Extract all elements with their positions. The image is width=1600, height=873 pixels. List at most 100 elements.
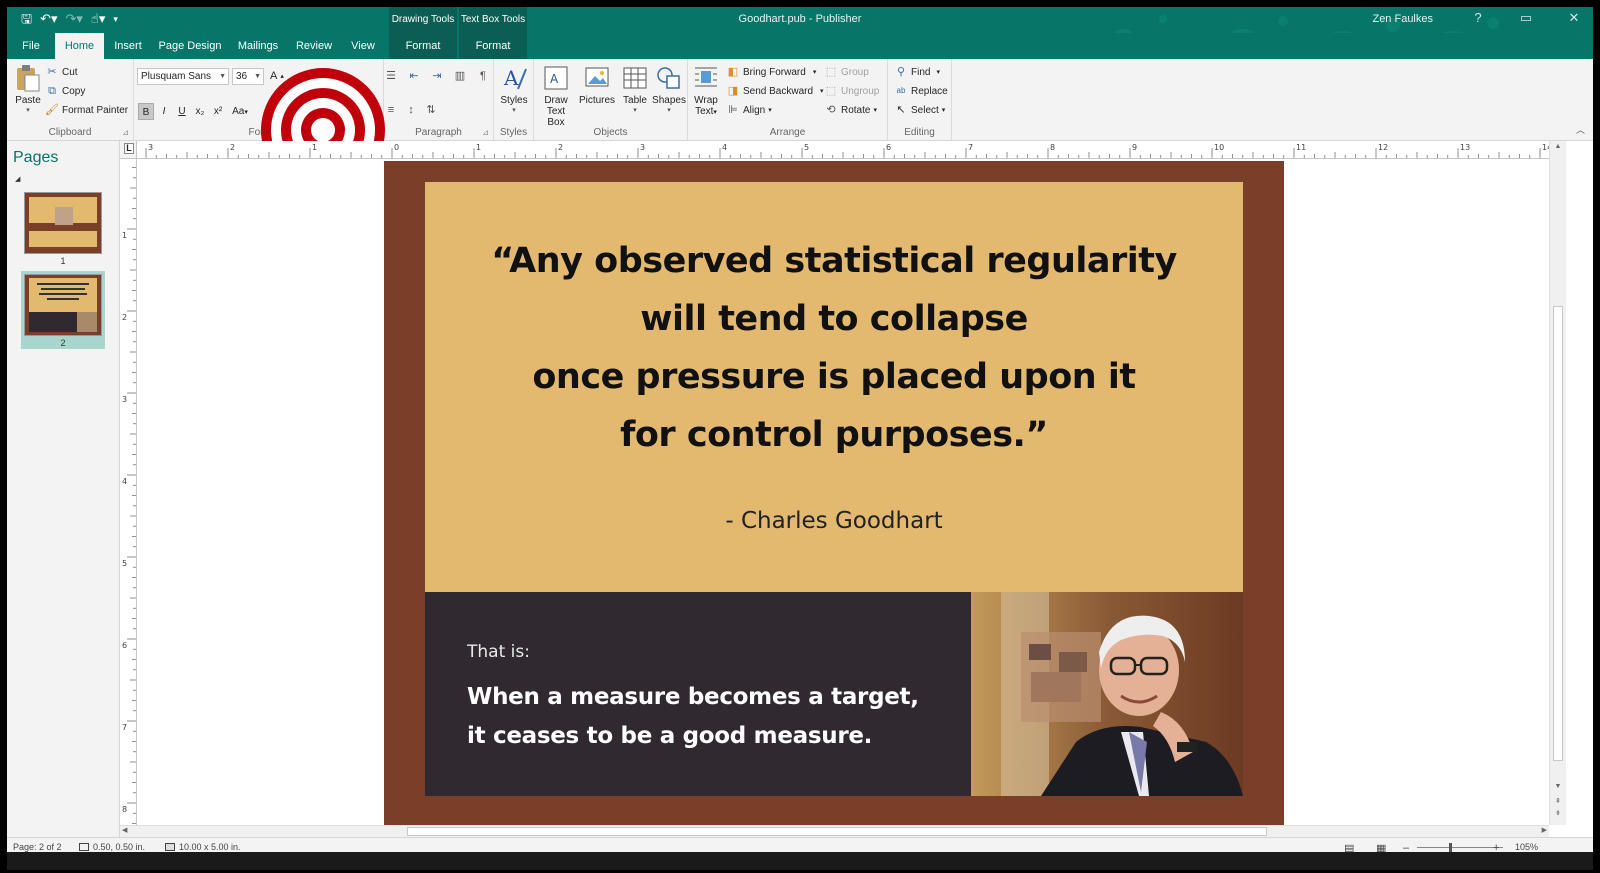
touch-mode-icon[interactable]: ☝▾ xyxy=(91,11,105,27)
tab-mailings[interactable]: Mailings xyxy=(232,33,284,59)
scroll-down-icon[interactable]: ▼ xyxy=(1550,783,1566,790)
tab-page-design[interactable]: Page Design xyxy=(157,33,223,59)
collapse-ribbon-icon[interactable]: ︿ xyxy=(1576,123,1585,136)
pilcrow-icon[interactable]: ¶ xyxy=(476,69,490,83)
quote-line: “Any observed statistical regularity xyxy=(491,241,1177,281)
paste-button[interactable]: Paste ▾ xyxy=(13,63,43,114)
save-icon[interactable]: 🖫 xyxy=(21,11,32,27)
tab-textbox-format[interactable]: Format xyxy=(459,33,527,59)
pictures-button[interactable]: Pictures xyxy=(578,63,616,106)
scroll-left-icon[interactable]: ◀ xyxy=(122,826,127,834)
page-indicator[interactable]: Page: 2 of 2 xyxy=(13,842,62,852)
horizontal-scroll-thumb[interactable] xyxy=(407,827,1267,836)
pages-pane: Pages ◢ 1 2 xyxy=(7,141,120,837)
format-painter-button[interactable]: 🖌 Format Painter xyxy=(45,103,128,117)
restore-button[interactable]: ▭ xyxy=(1513,10,1539,26)
svg-text:A: A xyxy=(550,72,559,86)
help-button[interactable]: ? xyxy=(1465,10,1491,26)
zoom-level[interactable]: 105% xyxy=(1515,842,1538,852)
next-page-icon[interactable]: ⇟ xyxy=(1550,809,1566,817)
bring-forward-button[interactable]: ◧ Bring Forward ▾ xyxy=(726,65,817,79)
bold-button[interactable]: B xyxy=(138,103,154,120)
draw-text-box-button[interactable]: A Draw Text Box xyxy=(538,63,574,128)
cut-button[interactable]: ✂ Cut xyxy=(45,65,77,79)
rotate-label: Rotate xyxy=(841,104,871,116)
increase-indent-icon[interactable]: ⇥ xyxy=(430,69,444,83)
vertical-scroll-thumb[interactable] xyxy=(1553,306,1563,761)
tab-review[interactable]: Review xyxy=(293,33,335,59)
tab-home[interactable]: Home xyxy=(55,33,104,59)
decrease-indent-icon[interactable]: ⇤ xyxy=(407,69,421,83)
objects-group: A Draw Text Box Pictures Table ▾ Shapes … xyxy=(534,59,688,141)
find-button[interactable]: ⚲ Find ▾ xyxy=(894,65,940,79)
goodhart-quote[interactable]: “Any observed statistical regularity wil… xyxy=(425,232,1243,464)
object-position-value: 0.50, 0.50 in. xyxy=(93,842,146,852)
charles-goodhart-photo[interactable] xyxy=(971,592,1243,796)
table-button[interactable]: Table ▾ xyxy=(620,63,650,114)
group-button[interactable]: ⬚ Group xyxy=(824,65,869,79)
publisher-window: 🖫 ↶▾ ↷▾ ☝▾ ▾ Goodhart.pub - Publisher Ze… xyxy=(7,7,1593,870)
page-thumbnail-2[interactable]: 2 xyxy=(21,271,105,349)
clipboard-launcher-icon[interactable]: ⊿ xyxy=(122,128,129,137)
ruler-label: 3 xyxy=(122,395,127,404)
align-button[interactable]: ⊫ Align ▾ xyxy=(726,103,772,117)
ruler-label: 7 xyxy=(968,143,973,152)
redo-icon[interactable]: ↷▾ xyxy=(66,11,83,27)
close-button[interactable]: ✕ xyxy=(1561,10,1587,26)
tab-insert[interactable]: Insert xyxy=(110,33,146,59)
vertical-scrollbar[interactable]: ▲ ▼ ⇞ ⇟ xyxy=(1549,141,1566,825)
replace-button[interactable]: ab Replace xyxy=(894,84,948,98)
quote-author[interactable]: - Charles Goodhart xyxy=(425,508,1243,534)
scroll-up-icon[interactable]: ▲ xyxy=(1550,143,1566,150)
tab-file[interactable]: File xyxy=(15,33,47,59)
pictures-icon xyxy=(585,67,609,87)
undo-icon[interactable]: ↶▾ xyxy=(40,11,57,27)
zoom-slider-handle[interactable] xyxy=(1449,843,1452,852)
rotate-button[interactable]: ⟲ Rotate ▾ xyxy=(824,103,877,117)
send-backward-button[interactable]: ◨ Send Backward ▾ xyxy=(726,84,824,98)
cursor-icon: ↖ xyxy=(896,104,906,116)
ungroup-button[interactable]: ⬚ Ungroup xyxy=(824,84,880,98)
italic-button[interactable]: I xyxy=(156,103,172,120)
justify-icon[interactable]: ≡ xyxy=(384,103,398,117)
collapse-triangle-icon[interactable]: ◢ xyxy=(15,175,20,183)
tab-view[interactable]: View xyxy=(345,33,381,59)
object-size[interactable]: 10.00 x 5.00 in. xyxy=(165,842,241,852)
shapes-button[interactable]: Shapes ▾ xyxy=(652,63,686,114)
tab-drawing-format[interactable]: Format xyxy=(389,33,457,59)
signed-in-user[interactable]: Zen Faulkes xyxy=(1372,13,1433,25)
copy-button[interactable]: ⧉ Copy xyxy=(45,84,85,98)
page-thumbnail-1[interactable]: 1 xyxy=(21,189,105,267)
bullets-icon[interactable]: ☰ xyxy=(384,69,398,83)
subscript-button[interactable]: x₂ xyxy=(192,103,208,120)
scroll-right-icon[interactable]: ▶ xyxy=(1542,826,1547,834)
font-name-combo[interactable]: Plusquam Sans ▼ xyxy=(137,68,229,85)
zoom-slider[interactable] xyxy=(1417,847,1503,848)
paragraph-group: ☰ ⇤ ⇥ ▥ ¶ ≡ ↕ ⇅ Paragraph ⊿ xyxy=(384,59,494,141)
draw-text-box-label-1: Draw xyxy=(544,95,568,106)
previous-page-icon[interactable]: ⇞ xyxy=(1550,797,1566,805)
paragraph-spacing-icon[interactable]: ⇅ xyxy=(424,103,438,117)
quote-text-box[interactable]: “Any observed statistical regularity wil… xyxy=(425,182,1243,592)
horizontal-scrollbar[interactable]: ◀ ▶ xyxy=(120,825,1549,837)
ruler-label: 5 xyxy=(804,143,809,152)
superscript-button[interactable]: x² xyxy=(210,103,226,120)
vertical-ruler[interactable]: 1 2 3 4 5 6 7 8 xyxy=(120,159,137,825)
goodharts-law-text: When a measure becomes a target, it ceas… xyxy=(467,678,919,756)
customize-qat-icon[interactable]: ▾ xyxy=(113,11,118,27)
paragraph-launcher-icon[interactable]: ⊿ xyxy=(482,128,489,137)
wrap-text-button[interactable]: Wrap Text▾ xyxy=(692,63,720,117)
horizontal-ruler[interactable]: 32101234567891011121314 xyxy=(137,141,1549,159)
underline-button[interactable]: U xyxy=(174,103,190,120)
tab-selector[interactable]: L xyxy=(120,141,137,159)
select-button[interactable]: ↖ Select ▾ xyxy=(894,103,945,117)
law-line: it ceases to be a good measure. xyxy=(467,723,873,749)
line-spacing-icon[interactable]: ↕ xyxy=(404,103,418,117)
styles-group-label: Styles xyxy=(499,127,528,138)
change-case-button[interactable]: Aa▾ xyxy=(228,103,252,120)
styles-button[interactable]: A Styles ▾ xyxy=(498,63,530,114)
pages-title: Pages xyxy=(13,149,59,166)
columns-icon[interactable]: ▥ xyxy=(453,69,467,83)
object-position[interactable]: 0.50, 0.50 in. xyxy=(79,842,145,852)
explanation-text-box[interactable]: That is: When a measure becomes a target… xyxy=(425,592,971,796)
